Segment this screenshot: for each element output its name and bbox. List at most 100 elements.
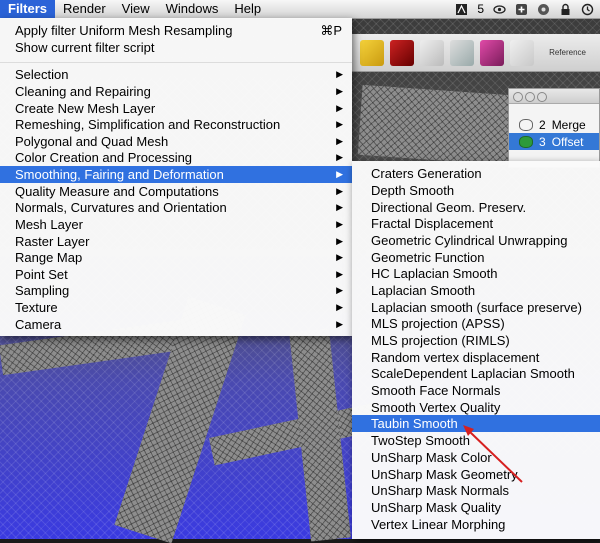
submenu-item[interactable]: Directional Geom. Preserv. (352, 199, 600, 216)
menu-item-create-layer[interactable]: Create New Mesh Layer ▶ (0, 100, 352, 117)
submenu-item-taubin-smooth[interactable]: Taubin Smooth (352, 415, 600, 432)
menu-item-color[interactable]: Color Creation and Processing ▶ (0, 149, 352, 166)
shortcut-label: ⌘P (320, 23, 342, 38)
submenu-item[interactable]: Smooth Vertex Quality (352, 399, 600, 416)
eye-icon[interactable] (493, 3, 506, 16)
bunny-icon[interactable] (480, 39, 504, 66)
menu-item-label: Smoothing, Fairing and Deformation (15, 167, 224, 182)
menu-item-polygonal[interactable]: Polygonal and Quad Mesh ▶ (0, 133, 352, 150)
network-icon[interactable] (537, 3, 550, 16)
menu-item-range-map[interactable]: Range Map ▶ (0, 249, 352, 266)
layer-row[interactable]: 3 Offset (509, 133, 599, 150)
menu-item-quality[interactable]: Quality Measure and Computations ▶ (0, 183, 352, 200)
submenu-item[interactable]: Random vertex displacement (352, 349, 600, 366)
menu-filters[interactable]: Filters (0, 0, 56, 18)
menu-item-label: Texture (15, 300, 58, 315)
submenu-item[interactable]: UnSharp Mask Quality (352, 499, 600, 516)
menu-item-remeshing[interactable]: Remeshing, Simplification and Reconstruc… (0, 116, 352, 133)
layer-dialog: 2 Merge 3 Offset (508, 88, 600, 168)
menu-item-raster-layer[interactable]: Raster Layer ▶ (0, 233, 352, 250)
submenu-arrow-icon: ▶ (336, 86, 343, 96)
menu-item-cleaning[interactable]: Cleaning and Repairing ▶ (0, 83, 352, 100)
mesh-beam (357, 84, 513, 166)
layer-row[interactable]: 2 Merge (509, 116, 599, 133)
submenu-arrow-icon: ▶ (336, 219, 343, 229)
submenu-item[interactable]: Depth Smooth (352, 182, 600, 199)
menu-item-camera[interactable]: Camera ▶ (0, 316, 352, 333)
menu-item-label: Quality Measure and Computations (15, 184, 219, 199)
submenu-arrow-icon: ▶ (336, 119, 343, 129)
submenu-item[interactable]: TwoStep Smooth (352, 432, 600, 449)
menu-item-label: Apply filter Uniform Mesh Resampling (15, 23, 233, 38)
menu-item-smoothing[interactable]: Smoothing, Fairing and Deformation ▶ (0, 166, 352, 183)
submenu-arrow-icon: ▶ (336, 252, 343, 262)
submenu-arrow-icon: ▶ (336, 152, 343, 162)
menu-item-apply-filter[interactable]: Apply filter Uniform Mesh Resampling ⌘P (0, 22, 352, 39)
submenu-item[interactable]: Geometric Function (352, 249, 600, 266)
filter-toolbar: Reference (352, 34, 600, 72)
submenu-item[interactable]: Laplacian smooth (surface preserve) (352, 299, 600, 316)
select-icon[interactable] (420, 39, 444, 66)
menu-item-label: Point Set (15, 267, 68, 282)
submenu-item[interactable]: MLS projection (RIMLS) (352, 332, 600, 349)
layer-number: 2 (539, 117, 546, 132)
submenu-item[interactable]: UnSharp Mask Geometry (352, 466, 600, 483)
submenu-item[interactable]: Fractal Displacement (352, 215, 600, 232)
submenu-item[interactable]: ScaleDependent Laplacian Smooth (352, 365, 600, 382)
menu-help[interactable]: Help (226, 0, 269, 18)
menu-item-normals[interactable]: Normals, Curvatures and Orientation ▶ (0, 199, 352, 216)
menu-item-label: Cleaning and Repairing (15, 84, 151, 99)
menu-item-label: Range Map (15, 250, 83, 265)
menu-item-sampling[interactable]: Sampling ▶ (0, 282, 352, 299)
submenu-arrow-icon: ▶ (336, 202, 343, 212)
menu-item-label: Color Creation and Processing (15, 150, 193, 165)
menu-item-label: Create New Mesh Layer (15, 101, 156, 116)
menu-item-mesh-layer[interactable]: Mesh Layer ▶ (0, 216, 352, 233)
menu-view[interactable]: View (114, 0, 158, 18)
paint-icon[interactable] (390, 39, 414, 66)
submenu-arrow-icon: ▶ (336, 302, 343, 312)
connect-icon[interactable] (450, 39, 474, 66)
submenu-arrow-icon: ▶ (336, 169, 343, 179)
minimize-icon[interactable] (525, 92, 535, 102)
menu-item-label: Sampling (15, 283, 70, 298)
menu-item-texture[interactable]: Texture ▶ (0, 299, 352, 316)
zoom-icon[interactable] (537, 92, 547, 102)
menu-item-point-set[interactable]: Point Set ▶ (0, 266, 352, 283)
close-icon[interactable] (513, 92, 523, 102)
reference-label: Reference (549, 48, 586, 57)
menu-render[interactable]: Render (55, 0, 114, 18)
status-count: 5 (477, 2, 484, 16)
submenu-arrow-icon: ▶ (336, 69, 343, 79)
menu-item-show-script[interactable]: Show current filter script (0, 39, 352, 56)
menu-item-label: Mesh Layer (15, 217, 83, 232)
submenu-arrow-icon: ▶ (336, 236, 343, 246)
submenu-item[interactable]: Smooth Face Normals (352, 382, 600, 399)
submenu-item[interactable]: UnSharp Mask Normals (352, 482, 600, 499)
menu-item-selection[interactable]: Selection ▶ (0, 66, 352, 83)
menu-separator (0, 62, 352, 63)
submenu-item[interactable]: MLS projection (APSS) (352, 315, 600, 332)
submenu-arrow-icon: ▶ (336, 186, 343, 196)
plus-icon[interactable] (515, 3, 528, 16)
lock-icon[interactable] (559, 3, 572, 16)
layer-name: Merge (551, 117, 586, 132)
ruler-icon[interactable] (360, 39, 384, 66)
smoothing-submenu: Craters Generation Depth Smooth Directio… (352, 161, 600, 539)
eye-icon[interactable] (519, 135, 533, 148)
adobe-icon[interactable] (455, 3, 468, 16)
submenu-item[interactable]: Laplacian Smooth (352, 282, 600, 299)
menu-windows[interactable]: Windows (158, 0, 227, 18)
reference-icon[interactable] (510, 39, 534, 66)
submenu-item[interactable]: Vertex Linear Morphing (352, 516, 600, 533)
status-area: 5 (455, 2, 600, 16)
submenu-item[interactable]: Craters Generation (352, 165, 600, 182)
submenu-item[interactable]: Geometric Cylindrical Unwrapping (352, 232, 600, 249)
time-machine-icon[interactable] (581, 3, 594, 16)
submenu-item[interactable]: HC Laplacian Smooth (352, 265, 600, 282)
menu-item-label: Remeshing, Simplification and Reconstruc… (15, 117, 281, 132)
menu-item-label: Polygonal and Quad Mesh (15, 134, 169, 149)
eye-icon[interactable] (519, 118, 533, 131)
layer-name: Offset (551, 134, 584, 149)
submenu-item[interactable]: UnSharp Mask Color (352, 449, 600, 466)
